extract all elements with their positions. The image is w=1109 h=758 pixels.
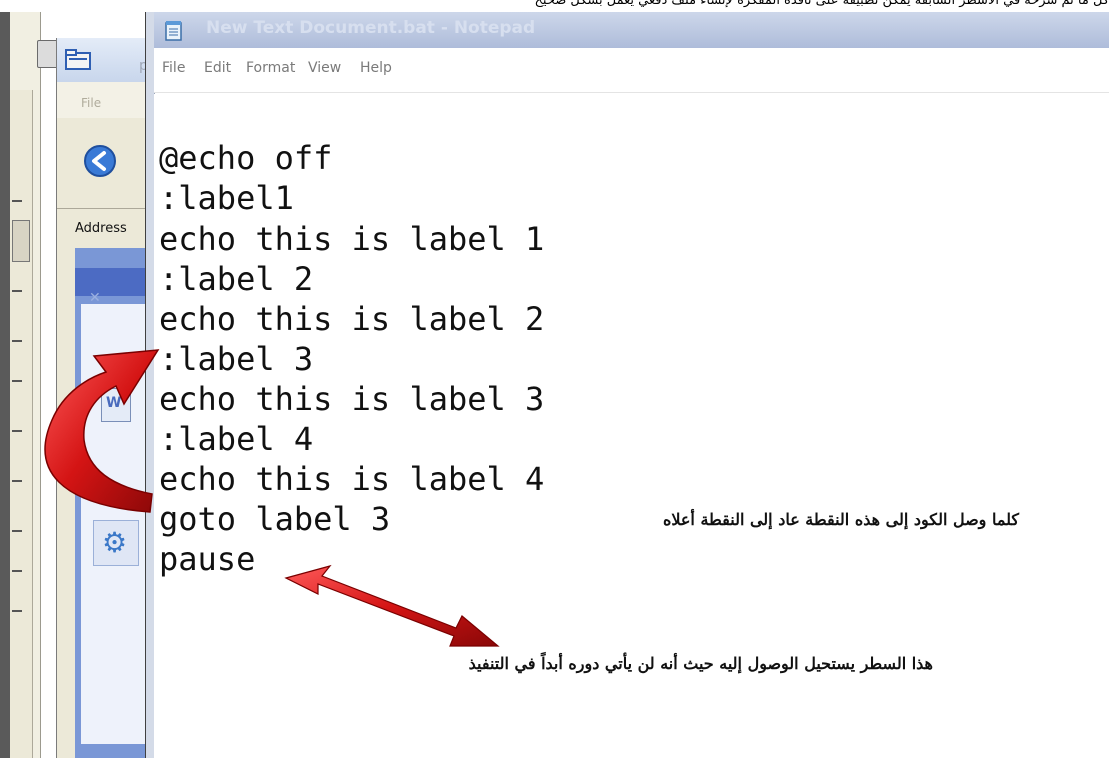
- explorer-menu-file[interactable]: File: [81, 96, 101, 110]
- top-banner: كل ما تم شرحه في الأسطر السابقة يمكن تطب…: [0, 0, 1109, 12]
- panel-tick: [12, 380, 22, 382]
- code-line: echo this is label 4: [159, 460, 545, 498]
- code-line: :label 2: [159, 260, 314, 298]
- notepad-icon: [165, 21, 182, 41]
- folder-icon: [65, 49, 91, 70]
- panel-tick: [12, 530, 22, 532]
- panel-scroll-box[interactable]: [12, 220, 30, 262]
- explorer-titlebar[interactable]: pa: [57, 38, 157, 82]
- menu-help[interactable]: Help: [360, 60, 392, 76]
- settings-tile[interactable]: ⚙: [93, 520, 139, 566]
- menu-file[interactable]: File: [162, 60, 185, 76]
- explorer-window[interactable]: pa File B Address ✕ W ⚙: [56, 38, 159, 758]
- pause-annotation: هذا السطر يستحيل الوصول إليه حيث أنه لن …: [468, 654, 933, 673]
- top-banner-text: كل ما تم شرحه في الأسطر السابقة يمكن تطب…: [534, 0, 1109, 8]
- code-line: echo this is label 1: [159, 220, 545, 258]
- menu-view[interactable]: View: [308, 60, 341, 76]
- menu-edit[interactable]: Edit: [204, 60, 231, 76]
- code-line: echo this is label 3: [159, 380, 545, 418]
- panel-tick: [12, 430, 22, 432]
- code-line: pause: [159, 540, 256, 578]
- address-label: Address: [75, 221, 127, 236]
- code-line: :label1: [159, 179, 294, 217]
- goto-annotation: كلما وصل الكود إلى هذه النقطة عاد إلى ال…: [662, 510, 1019, 529]
- gear-icon: ⚙: [102, 526, 128, 559]
- background-panel-column: [10, 90, 33, 758]
- panel-tick: [12, 480, 22, 482]
- back-arrow-icon[interactable]: [83, 144, 117, 178]
- explorer-divider: [57, 208, 157, 209]
- menu-format[interactable]: Format: [246, 60, 295, 76]
- panel-tick: [12, 290, 22, 292]
- desktop-edge: [0, 12, 10, 758]
- notepad-titlebar[interactable]: New Text Document.bat - Notepad: [154, 12, 1109, 48]
- notepad-menubar: File Edit Format View Help: [154, 48, 1109, 93]
- code-line: :label 3: [159, 340, 314, 378]
- panel-tick: [12, 610, 22, 612]
- panel-tick: [12, 200, 22, 202]
- panel-tick: [12, 340, 22, 342]
- notepad-window[interactable]: New Text Document.bat - Notepad File Edi…: [145, 12, 1109, 758]
- code-line: :label 4: [159, 420, 314, 458]
- code-line: echo this is label 2: [159, 300, 545, 338]
- explorer-menubar: File: [57, 82, 157, 118]
- panel-tick: [12, 570, 22, 572]
- notepad-title: New Text Document.bat - Notepad: [206, 18, 536, 38]
- code-line: @echo off: [159, 139, 333, 177]
- code-line: goto label 3: [159, 500, 391, 538]
- document-icon[interactable]: W: [101, 388, 131, 422]
